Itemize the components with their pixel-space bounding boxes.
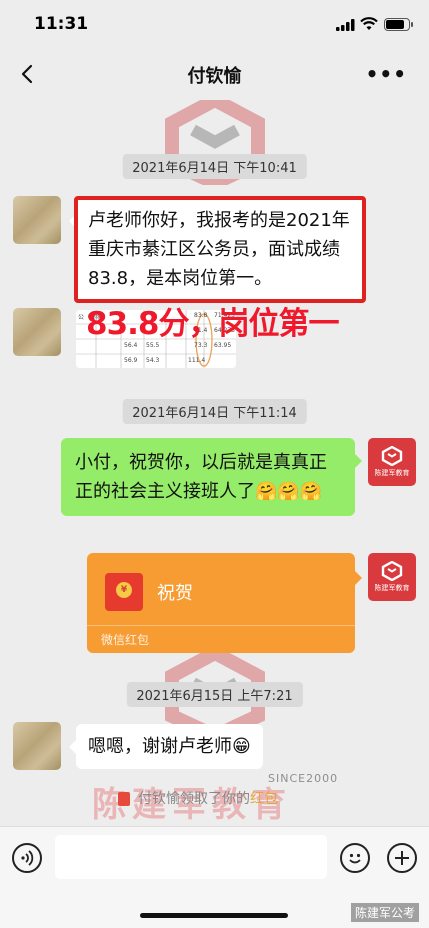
timestamp: 2021年6月14日 下午11:14 (122, 399, 307, 424)
message-text: 小付，祝贺你，以后就是真真正正的社会主义接班人了🤗🤗🤗 (75, 452, 327, 502)
message-input[interactable] (55, 835, 327, 879)
brand-avatar-text: 陈建军教育 (374, 469, 410, 477)
message-bubble[interactable]: 卢老师你好，我报考的是2021年重庆市綦江区公务员，面试成绩83.8，是本岗位第… (69, 196, 366, 303)
message-bubble[interactable]: 小付，祝贺你，以后就是真真正正的社会主义接班人了🤗🤗🤗 (61, 438, 362, 516)
own-avatar[interactable]: 陈建军教育 (368, 553, 416, 601)
message-bubble[interactable]: 嗯嗯，谢谢卢老师😁 (69, 724, 263, 769)
timestamp: 2021年6月15日 上午7:21 (126, 682, 303, 707)
chat-area[interactable]: 2021年6月14日 下午10:41 卢老师你好，我报考的是2021年重庆市綦江… (0, 100, 429, 826)
table-cell: 56.9 (124, 357, 138, 364)
red-packet-small-icon (118, 792, 130, 806)
voice-icon (21, 850, 34, 866)
contact-avatar[interactable] (13, 722, 61, 770)
highlight-box (74, 196, 366, 303)
smiley-icon (349, 853, 361, 864)
red-packet-title: 祝贺 (157, 583, 193, 604)
score-highlight-caption: 83.8分，岗位第一 (86, 306, 339, 342)
signal-icon (336, 19, 355, 31)
more-options-button[interactable]: ••• (366, 62, 407, 86)
brand-avatar-text: 陈建军教育 (374, 584, 410, 592)
table-cell: 54.3 (146, 357, 160, 364)
wifi-icon (360, 17, 378, 30)
status-time: 11:31 (34, 14, 89, 34)
brand-logo-icon (381, 561, 403, 581)
table-cell: 55.5 (146, 342, 160, 349)
system-notice: 付钦愉领取了你的红包 (138, 788, 278, 808)
input-bar: 陈建军公考 (0, 826, 429, 928)
table-cell: 73.3 (194, 342, 208, 349)
brand-logo-icon (381, 446, 403, 466)
own-avatar[interactable]: 陈建军教育 (368, 438, 416, 486)
voice-input-button[interactable] (12, 843, 42, 873)
contact-avatar[interactable] (13, 196, 61, 244)
more-actions-button[interactable] (387, 843, 417, 873)
timestamp: 2021年6月14日 下午10:41 (122, 154, 307, 179)
status-bar: 11:31 (0, 0, 429, 48)
battery-icon (384, 18, 413, 31)
red-packet-footer: 微信红包 (101, 633, 150, 647)
divider (87, 625, 355, 626)
chat-title: 付钦愉 (187, 66, 242, 87)
table-cell: 63.95 (214, 342, 232, 349)
plus-icon (395, 851, 409, 865)
red-packet-card[interactable]: ¥ 祝贺 微信红包 (87, 553, 362, 653)
notice-link[interactable]: 红包 (250, 791, 278, 807)
nav-bar: 付钦愉 ••• (0, 48, 429, 100)
message-text: 嗯嗯，谢谢卢老师😁 (88, 736, 251, 757)
home-indicator (140, 913, 288, 918)
table-cell: 111.4 (188, 357, 206, 364)
contact-avatar[interactable] (13, 308, 61, 356)
battery-level (386, 20, 404, 29)
table-cell: 56.4 (124, 342, 138, 349)
watermark-corner: 陈建军公考 (350, 903, 419, 922)
notice-text: 付钦愉领取了你的 (138, 791, 250, 807)
red-packet-icon: ¥ (105, 573, 143, 611)
emoji-button[interactable] (340, 843, 370, 873)
